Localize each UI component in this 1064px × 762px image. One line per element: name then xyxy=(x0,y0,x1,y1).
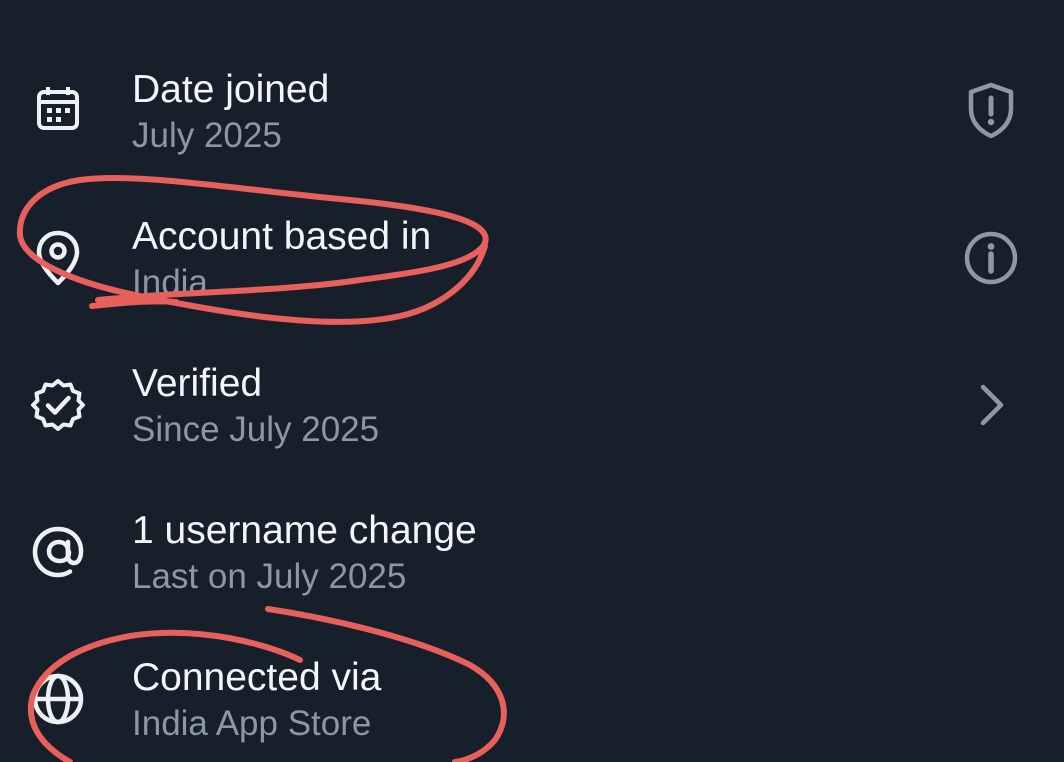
username-change-row: 1 username change Last on July 2025 xyxy=(0,497,1064,617)
date-joined-row: Date joined July 2025 xyxy=(0,56,1064,176)
verified-row[interactable]: Verified Since July 2025 xyxy=(0,350,1064,470)
verified-value: Since July 2025 xyxy=(132,410,380,449)
calendar-icon xyxy=(27,78,89,140)
username-change-value: Last on July 2025 xyxy=(132,557,407,596)
shield-alert-icon[interactable] xyxy=(958,77,1024,143)
location-pin-icon xyxy=(27,227,89,289)
at-sign-icon xyxy=(27,521,89,583)
account-info-screen: Date joined July 2025 Account based in I… xyxy=(0,0,1064,762)
verified-title: Verified xyxy=(132,362,263,405)
chevron-right-icon[interactable] xyxy=(958,372,1024,438)
info-icon[interactable] xyxy=(958,225,1024,291)
globe-icon xyxy=(27,668,89,730)
username-change-title: 1 username change xyxy=(132,509,477,552)
date-joined-title: Date joined xyxy=(132,68,330,111)
date-joined-value: July 2025 xyxy=(132,116,282,155)
account-based-in-title: Account based in xyxy=(132,215,432,258)
connected-via-title: Connected via xyxy=(132,656,382,699)
connected-via-value: India App Store xyxy=(132,704,372,743)
account-based-in-value: India xyxy=(132,263,208,302)
connected-via-row: Connected via India App Store xyxy=(0,644,1064,762)
verified-badge-icon xyxy=(27,374,89,436)
account-based-in-row: Account based in India xyxy=(0,203,1064,323)
